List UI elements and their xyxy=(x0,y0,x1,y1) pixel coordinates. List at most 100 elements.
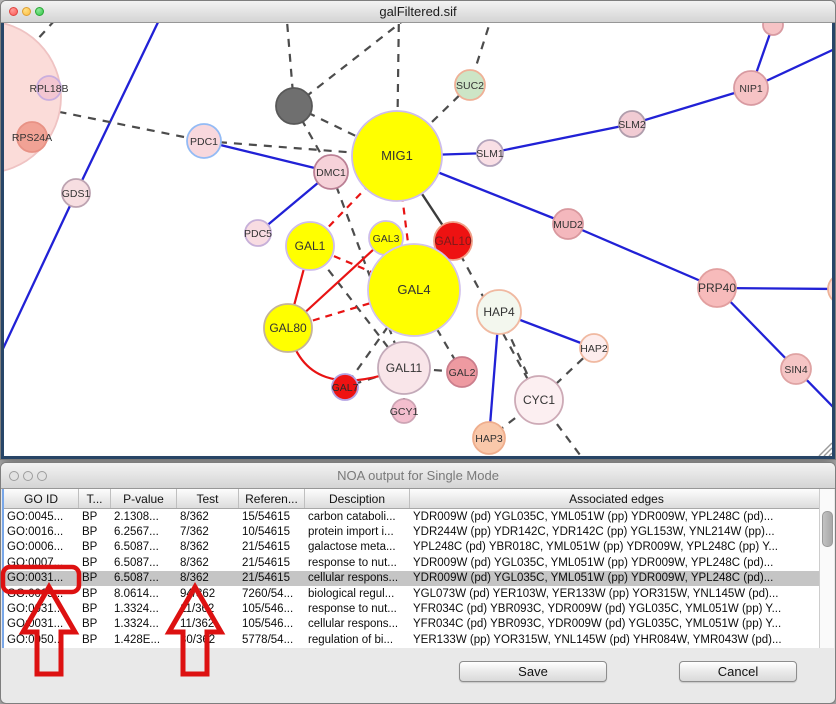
table-cell: 8/362 xyxy=(177,511,239,523)
column-header-associated-edges[interactable]: Associated edges xyxy=(410,489,824,508)
table-cell: galactose meta... xyxy=(305,541,410,553)
window-title: NOA output for Single Mode xyxy=(337,468,499,483)
table-cell: BP xyxy=(79,557,111,569)
table-cell: GO:0006... xyxy=(4,541,79,553)
scrollbar-thumb[interactable] xyxy=(822,511,833,547)
network-edge xyxy=(4,193,76,353)
node-label-MIG1: MIG1 xyxy=(381,148,413,163)
table-cell: 15/54615 xyxy=(239,511,305,523)
table-cell: 105/546... xyxy=(239,603,305,615)
node-label-RPL18B: RPL18B xyxy=(29,83,68,95)
noa-titlebar[interactable]: NOA output for Single Mode xyxy=(1,463,835,489)
table-cell: BP xyxy=(79,603,111,615)
table-cell: 8.0614... xyxy=(111,588,177,600)
node-label-PDC5: PDC5 xyxy=(244,228,272,240)
table-cell: 11/362 xyxy=(177,618,239,630)
column-header-referen-[interactable]: Referen... xyxy=(239,489,305,508)
node-label-SLM2: SLM2 xyxy=(618,119,646,131)
table-cell: YDR009W (pd) YGL035C, YML051W (pp) YDR00… xyxy=(410,557,824,569)
node-label-SUC2: SUC2 xyxy=(456,80,484,92)
table-row[interactable]: GO:0031...BP6.5087...8/36221/54615cellul… xyxy=(4,571,834,586)
table-cell: BP xyxy=(79,618,111,630)
table-cell: response to nut... xyxy=(305,603,410,615)
table-row[interactable]: GO:0031...BP1.3324...11/362105/546...res… xyxy=(4,601,834,616)
node-label-GAL4: GAL4 xyxy=(397,282,430,297)
node-label-MUD2: MUD2 xyxy=(553,219,583,231)
table-cell: BP xyxy=(79,572,111,584)
save-button[interactable]: Save xyxy=(459,661,607,682)
table-cell: GO:0065... xyxy=(4,588,79,600)
node-label-GDS1: GDS1 xyxy=(62,188,91,200)
table-cell: BP xyxy=(79,511,111,523)
table-cell: GO:0007... xyxy=(4,557,79,569)
node-trpart[interactable] xyxy=(763,23,783,35)
node-label-SIN4: SIN4 xyxy=(784,364,808,376)
node-label-GAL7: GAL7 xyxy=(332,382,359,394)
table-cell: YDR009W (pd) YGL035C, YML051W (pp) YDR00… xyxy=(410,511,824,523)
zoom-button[interactable] xyxy=(37,471,47,481)
node-grayNode[interactable] xyxy=(276,88,312,124)
table-cell: 94/362 xyxy=(177,588,239,600)
table-row[interactable]: GO:0007...BP6.5087...8/36221/54615respon… xyxy=(4,555,834,570)
results-table: GO IDT...P-valueTestReferen...Desciption… xyxy=(2,489,834,648)
network-edge xyxy=(490,124,632,153)
table-cell: 6.5087... xyxy=(111,572,177,584)
table-cell: YFR034C (pd) YBR093C, YDR009W (pd) YGL03… xyxy=(410,603,824,615)
network-titlebar[interactable]: galFiltered.sif xyxy=(1,1,835,23)
table-row[interactable]: GO:0016...BP6.2567...7/36210/54615protei… xyxy=(4,524,834,539)
column-header-t-[interactable]: T... xyxy=(79,489,111,508)
table-cell: 10/54615 xyxy=(239,526,305,538)
vertical-scrollbar[interactable] xyxy=(819,489,834,648)
window-title: galFiltered.sif xyxy=(379,4,456,19)
close-button[interactable] xyxy=(9,7,18,16)
node-label-MSN: MSN xyxy=(831,284,834,296)
node-label-SLM1: SLM1 xyxy=(476,148,504,160)
table-cell: 1.3324... xyxy=(111,603,177,615)
network-edge xyxy=(632,88,751,124)
table-cell: 6.5087... xyxy=(111,557,177,569)
cancel-button[interactable]: Cancel xyxy=(679,661,797,682)
table-body: GO:0045...BP2.1308...8/36215/54615carbon… xyxy=(4,509,834,648)
table-cell: cellular respons... xyxy=(305,572,410,584)
table-cell: GO:0031... xyxy=(4,603,79,615)
table-row[interactable]: GO:0050...BP1.428E...80/3625778/54...reg… xyxy=(4,632,834,647)
network-edge xyxy=(568,224,717,288)
minimize-button[interactable] xyxy=(22,7,31,16)
table-cell: 21/54615 xyxy=(239,557,305,569)
network-window: galFiltered.sif RPL18BRPS24AGDS1PDC1DMC1… xyxy=(0,0,836,460)
node-label-HAP4: HAP4 xyxy=(483,305,515,319)
table-cell: carbon cataboli... xyxy=(305,511,410,523)
network-canvas[interactable]: RPL18BRPS24AGDS1PDC1DMC1MIG1SUC2SLM1SLM2… xyxy=(4,23,834,458)
table-cell: 80/362 xyxy=(177,634,239,646)
node-label-PDC1: PDC1 xyxy=(190,136,218,148)
table-cell: 21/54615 xyxy=(239,541,305,553)
table-row[interactable]: GO:0045...BP2.1308...8/36215/54615carbon… xyxy=(4,509,834,524)
column-header-p-value[interactable]: P-value xyxy=(111,489,177,508)
table-cell: 7260/54... xyxy=(239,588,305,600)
table-cell: cellular respons... xyxy=(305,618,410,630)
table-cell: BP xyxy=(79,541,111,553)
network-canvas-frame: RPL18BRPS24AGDS1PDC1DMC1MIG1SUC2SLM1SLM2… xyxy=(1,23,835,459)
zoom-button[interactable] xyxy=(35,7,44,16)
table-cell: GO:0050... xyxy=(4,634,79,646)
table-cell: GO:0016... xyxy=(4,526,79,538)
table-cell: 8/362 xyxy=(177,541,239,553)
table-row[interactable]: GO:0031...BP1.3324...11/362105/546...cel… xyxy=(4,617,834,632)
network-edge xyxy=(294,23,418,106)
node-label-HAP2: HAP2 xyxy=(580,343,608,355)
node-label-NIP1: NIP1 xyxy=(739,83,763,95)
table-cell: 105/546... xyxy=(239,618,305,630)
table-cell: 2.1308... xyxy=(111,511,177,523)
node-label-GAL3: GAL3 xyxy=(373,233,400,245)
table-cell: YPL248C (pd) YBR018C, YML051W (pp) YDR00… xyxy=(410,541,824,553)
column-header-go-id[interactable]: GO ID xyxy=(4,489,79,508)
column-header-desciption[interactable]: Desciption xyxy=(305,489,410,508)
resize-grip[interactable] xyxy=(829,453,832,456)
column-header-test[interactable]: Test xyxy=(177,489,239,508)
noa-output-window: NOA output for Single Mode GO IDT...P-va… xyxy=(0,462,836,704)
minimize-button[interactable] xyxy=(23,471,33,481)
table-row[interactable]: GO:0006...BP6.5087...8/36221/54615galact… xyxy=(4,540,834,555)
table-row[interactable]: GO:0065...BP8.0614...94/3627260/54...bio… xyxy=(4,586,834,601)
close-button[interactable] xyxy=(9,471,19,481)
table-cell: YDR244W (pp) YDR142C, YDR142C (pp) YGL15… xyxy=(410,526,824,538)
